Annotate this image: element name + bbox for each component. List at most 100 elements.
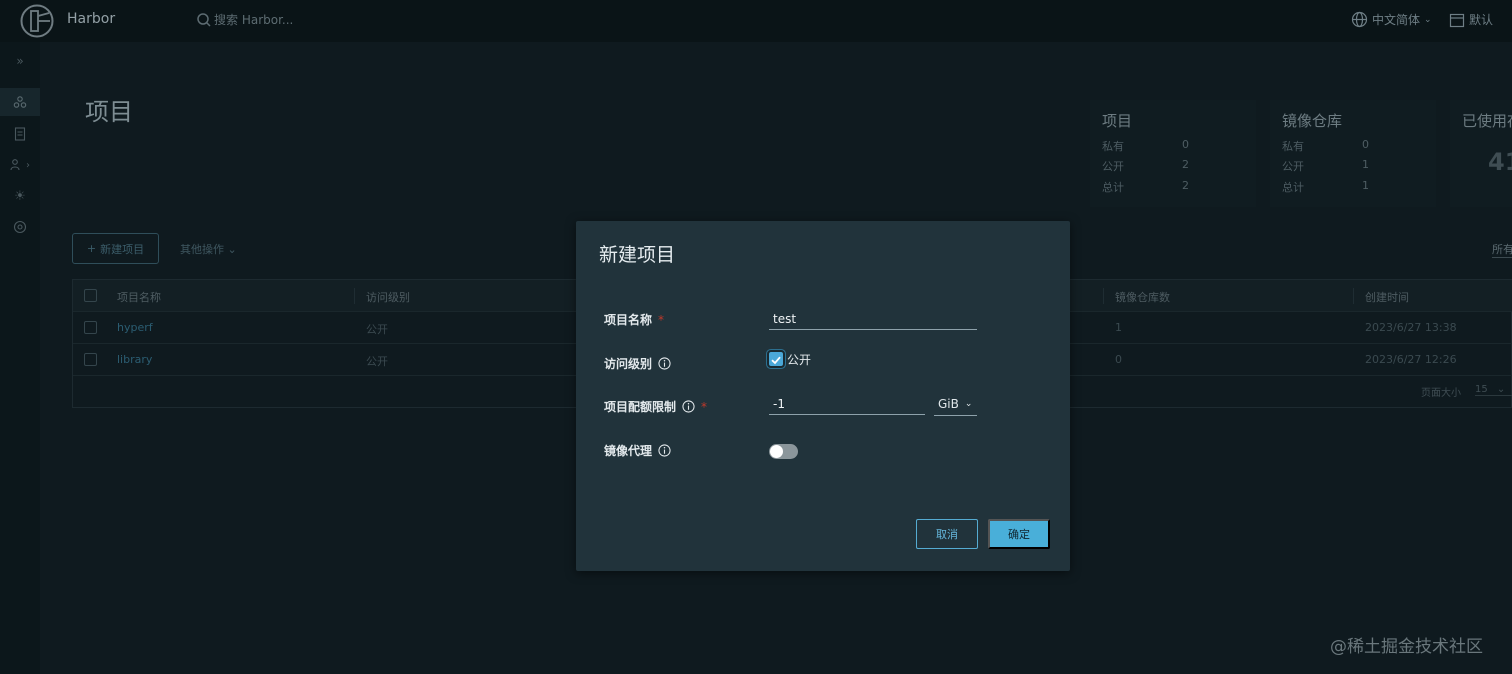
global-search[interactable]: 搜索 Harbor... bbox=[196, 11, 293, 28]
proxy-cache-label: 镜像代理 bbox=[604, 442, 671, 459]
access-level-label: 访问级别 bbox=[604, 355, 671, 372]
field-label-text: 访问级别 bbox=[604, 357, 653, 371]
stat-card-projects: 项目 私有 0 公开 2 总计 2 bbox=[1090, 100, 1256, 207]
chevron-down-icon: ⌄ bbox=[1496, 384, 1506, 395]
required-marker: * bbox=[658, 312, 665, 327]
project-name-link[interactable]: library bbox=[117, 353, 152, 366]
globe-icon bbox=[1351, 11, 1368, 28]
column-separator[interactable] bbox=[354, 288, 355, 304]
users-icon bbox=[10, 159, 20, 171]
stat-row-private: 私有 0 bbox=[1102, 138, 1252, 154]
stat-row-private: 私有 0 bbox=[1282, 138, 1432, 154]
stat-value: 0 bbox=[1362, 138, 1369, 151]
stat-title: 已使用存 bbox=[1462, 112, 1512, 130]
project-created: 2023/6/27 13:38 bbox=[1365, 321, 1457, 334]
sidebar-item-api[interactable] bbox=[0, 213, 40, 241]
stat-title: 镜像仓库 bbox=[1282, 112, 1343, 130]
project-repo-count: 0 bbox=[1115, 353, 1122, 366]
stat-row-total: 总计 1 bbox=[1282, 179, 1432, 195]
toggle-knob bbox=[770, 445, 783, 458]
stat-card-storage: 已使用存 41 bbox=[1450, 100, 1512, 207]
stat-label: 公开 bbox=[1282, 160, 1304, 173]
header-created[interactable]: 创建时间 bbox=[1365, 289, 1409, 305]
sidebar-item-admin[interactable]: › bbox=[0, 151, 40, 179]
sidebar-collapse-toggle[interactable]: » bbox=[0, 47, 40, 75]
row-checkbox[interactable] bbox=[84, 321, 97, 334]
cancel-button[interactable]: 取消 bbox=[916, 519, 978, 549]
language-selector[interactable]: 中文简体 ⌄ bbox=[1351, 11, 1432, 28]
stat-value: 1 bbox=[1362, 179, 1369, 192]
stat-storage-value: 41 bbox=[1488, 148, 1512, 176]
datetime-format-selector[interactable]: 默认 bbox=[1449, 11, 1493, 28]
stat-value: 2 bbox=[1182, 179, 1189, 192]
stat-value: 0 bbox=[1182, 138, 1189, 151]
required-marker: * bbox=[701, 399, 708, 414]
stat-label: 公开 bbox=[1102, 160, 1124, 173]
sidebar-item-theme[interactable]: ☀ bbox=[0, 182, 40, 210]
new-project-label: 新建项目 bbox=[100, 242, 145, 256]
page-size-label: 页面大小 bbox=[1421, 388, 1461, 399]
info-icon[interactable] bbox=[658, 357, 671, 370]
stat-row-public: 公开 2 bbox=[1102, 158, 1252, 174]
sidebar: » › ☀ bbox=[0, 42, 40, 674]
project-name-link[interactable]: hyperf bbox=[117, 321, 153, 334]
top-header: Harbor 搜索 Harbor... 中文简体 ⌄ 默认 bbox=[0, 0, 1512, 42]
public-checkbox-label[interactable]: 公开 bbox=[787, 351, 811, 368]
stat-card-repos: 镜像仓库 私有 0 公开 1 总计 1 bbox=[1270, 100, 1436, 207]
column-separator[interactable] bbox=[1103, 288, 1104, 304]
stat-label: 总计 bbox=[1282, 181, 1304, 194]
datetime-format-label: 默认 bbox=[1469, 13, 1494, 27]
project-name-input[interactable] bbox=[769, 308, 977, 330]
language-label: 中文简体 bbox=[1372, 13, 1421, 27]
header-access[interactable]: 访问级别 bbox=[366, 289, 410, 305]
chevron-down-icon: ⌄ bbox=[964, 398, 973, 409]
plus-icon: + bbox=[86, 242, 97, 255]
stat-value: 2 bbox=[1182, 158, 1189, 171]
sidebar-item-logs[interactable] bbox=[0, 120, 40, 148]
stat-row-total: 总计 2 bbox=[1102, 179, 1252, 195]
new-project-dialog: 新建项目 项目名称 * 访问级别 公开 项目配额限制 * GiB ⌄ 镜像代理 bbox=[576, 221, 1070, 571]
stat-row-public: 公开 1 bbox=[1282, 158, 1432, 174]
double-chevron-right-icon: » bbox=[16, 54, 24, 68]
public-checkbox[interactable] bbox=[767, 350, 785, 368]
watermark: @稀土掘金技术社区 bbox=[1330, 637, 1483, 657]
quota-input[interactable] bbox=[769, 393, 925, 415]
api-icon bbox=[13, 220, 27, 234]
search-input[interactable]: 搜索 Harbor... bbox=[214, 11, 293, 28]
column-separator[interactable] bbox=[1353, 288, 1354, 304]
project-filter-select[interactable]: 所有项目 bbox=[1492, 241, 1512, 258]
brand-name[interactable]: Harbor bbox=[67, 11, 115, 27]
project-access: 公开 bbox=[366, 323, 388, 336]
sun-icon: ☀ bbox=[14, 188, 26, 204]
info-icon[interactable] bbox=[682, 400, 695, 413]
checkmark-icon bbox=[771, 356, 781, 365]
project-repo-count: 1 bbox=[1115, 321, 1122, 334]
quota-unit-value: GiB bbox=[938, 396, 959, 411]
projects-icon bbox=[13, 96, 27, 108]
field-label-text: 项目配额限制 bbox=[604, 400, 677, 414]
header-repo-count[interactable]: 镜像仓库数 bbox=[1115, 289, 1170, 305]
calendar-icon bbox=[1449, 13, 1465, 27]
project-created: 2023/6/27 12:26 bbox=[1365, 353, 1457, 366]
confirm-button[interactable]: 确定 bbox=[988, 519, 1050, 549]
row-checkbox[interactable] bbox=[84, 353, 97, 366]
select-all-checkbox[interactable] bbox=[84, 289, 97, 302]
search-icon bbox=[197, 12, 211, 27]
new-project-button[interactable]: + 新建项目 bbox=[72, 233, 159, 264]
more-actions-dropdown[interactable]: 其他操作 ⌄ bbox=[180, 241, 237, 257]
proxy-cache-toggle[interactable] bbox=[769, 444, 798, 459]
harbor-logo-icon[interactable] bbox=[20, 4, 54, 38]
dialog-title: 新建项目 bbox=[599, 244, 676, 266]
page-size-select[interactable]: 15 ⌄ bbox=[1475, 384, 1512, 396]
stat-value: 1 bbox=[1362, 158, 1369, 171]
document-icon bbox=[14, 127, 26, 141]
quota-unit-select[interactable]: GiB ⌄ bbox=[934, 392, 977, 416]
field-label-text: 项目名称 bbox=[604, 313, 653, 327]
stat-title: 项目 bbox=[1102, 112, 1133, 130]
stat-label: 私有 bbox=[1102, 140, 1124, 153]
page-size-value: 15 bbox=[1475, 384, 1488, 395]
sidebar-item-projects[interactable] bbox=[0, 88, 40, 116]
info-icon[interactable] bbox=[658, 444, 671, 457]
page-title: 项目 bbox=[85, 98, 133, 126]
header-name[interactable]: 项目名称 bbox=[117, 289, 161, 305]
